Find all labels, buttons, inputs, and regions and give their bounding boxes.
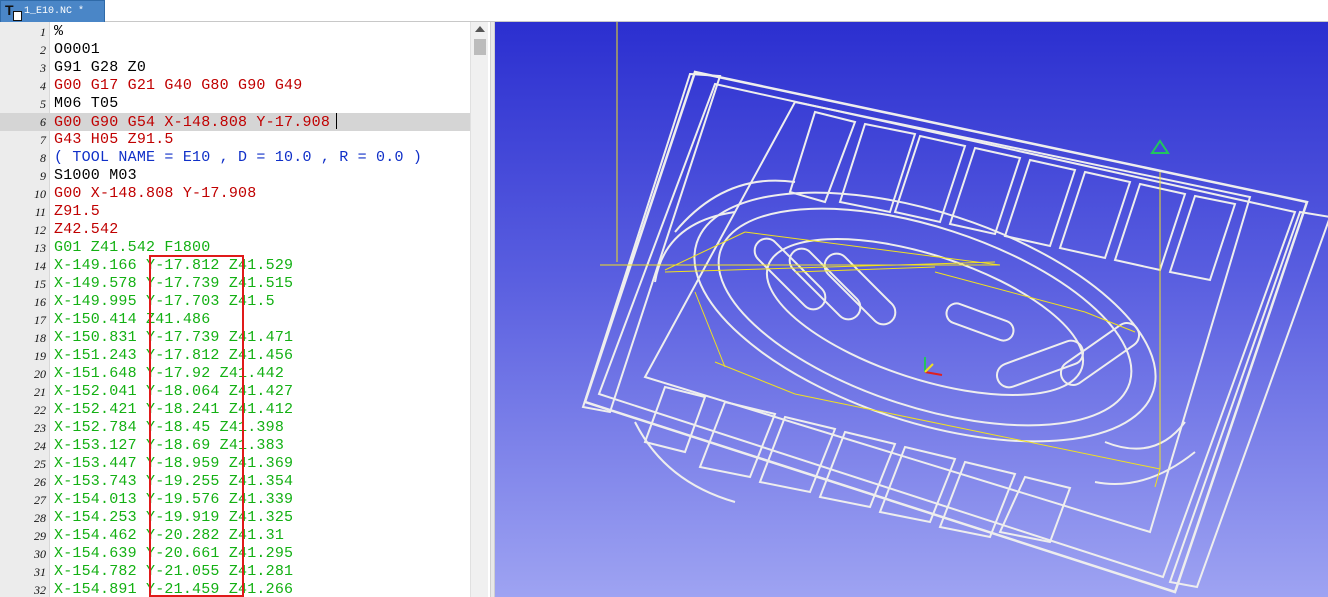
line-number: 21 <box>34 385 46 399</box>
line-number: 16 <box>34 295 46 309</box>
line-number: 17 <box>34 313 46 327</box>
line-number: 14 <box>34 259 46 273</box>
text-caret <box>336 113 338 129</box>
line-number: 29 <box>34 529 46 543</box>
tab-file[interactable]: 1_E10.NC * <box>0 0 105 22</box>
code-line[interactable]: 9 S1000 M03 <box>0 167 470 185</box>
line-number: 27 <box>34 493 46 507</box>
line-number: 19 <box>34 349 46 363</box>
code-line[interactable]: 11 Z91.5 <box>0 203 470 221</box>
code-text: ( TOOL NAME = E10 , D = 10.0 , R = 0.0 ) <box>54 149 423 166</box>
origin-axes-icon <box>924 357 943 376</box>
line-number: 26 <box>34 475 46 489</box>
code-text: S1000 M03 <box>54 167 137 184</box>
scroll-thumb[interactable] <box>474 39 486 55</box>
scroll-up-arrow-icon[interactable] <box>475 26 485 32</box>
text-file-icon <box>4 2 22 21</box>
vertical-scrollbar[interactable] <box>470 22 488 597</box>
z-axis-triangle-icon <box>1150 139 1170 154</box>
line-number: 7 <box>40 133 46 147</box>
code-line[interactable]: 2 O0001 <box>0 41 470 59</box>
line-number: 22 <box>34 403 46 417</box>
code-text: O0001 <box>54 41 101 58</box>
y-column-highlight-box <box>149 255 244 597</box>
code-editor[interactable]: 1% 2 O0001 3 G91 G28 Z0 4 G00 G17 G21 G40 G80 … <box>0 22 490 597</box>
part-geometry <box>581 70 1328 594</box>
line-number: 31 <box>34 565 46 579</box>
line-number: 28 <box>34 511 46 525</box>
line-number: 18 <box>34 331 46 345</box>
code-line[interactable]: 7 G43 H05 Z91.5 <box>0 131 470 149</box>
code-line[interactable]: 4 G00 G17 G21 G40 G80 G90 G49 <box>0 77 470 95</box>
line-number: 25 <box>34 457 46 471</box>
code-text: G00 G17 G21 G40 G80 G90 G49 <box>54 77 303 94</box>
line-number: 12 <box>34 223 46 237</box>
code-line[interactable]: 12 Z42.542 <box>0 221 470 239</box>
code-line[interactable]: 3 G91 G28 Z0 <box>0 59 470 77</box>
code-text: G91 G28 Z0 <box>54 59 147 76</box>
line-number: 32 <box>34 583 46 597</box>
tab-title: 1_E10.NC * <box>24 6 85 17</box>
code-text: Z91.5 <box>54 203 101 220</box>
line-number: 6 <box>40 115 46 129</box>
toolpath-3d-viewport[interactable] <box>495 22 1328 597</box>
code-text: Z42.542 <box>54 221 119 238</box>
code-text: M06 T05 <box>54 95 119 112</box>
toolpath-render <box>581 22 1328 594</box>
line-number: 5 <box>40 97 46 111</box>
code-line[interactable]: 1% <box>0 23 470 41</box>
code-line[interactable]: 6 G00 G90 G54 X-148.808 Y-17.908 <box>0 113 470 131</box>
tab-bar: 1_E10.NC * <box>0 0 1328 22</box>
code-line[interactable]: 8 ( TOOL NAME = E10 , D = 10.0 , R = 0.0 … <box>0 149 470 167</box>
code-text: G00 X-148.808 Y-17.908 <box>54 185 257 202</box>
line-number: 23 <box>34 421 46 435</box>
code-text: G43 H05 Z91.5 <box>54 131 174 148</box>
line-number: 13 <box>34 241 46 255</box>
line-number: 2 <box>40 43 46 57</box>
line-number: 15 <box>34 277 46 291</box>
code-line[interactable]: 5 M06 T05 <box>0 95 470 113</box>
code-text: % <box>54 23 64 40</box>
line-number: 9 <box>40 169 46 183</box>
line-number: 30 <box>34 547 46 561</box>
line-number: 20 <box>34 367 46 381</box>
line-number: 8 <box>40 151 46 165</box>
code-line[interactable]: 10 G00 X-148.808 Y-17.908 <box>0 185 470 203</box>
line-number: 3 <box>40 61 46 75</box>
line-number: 1 <box>40 25 46 39</box>
line-number: 10 <box>34 187 46 201</box>
line-number: 11 <box>34 205 46 219</box>
line-number: 4 <box>40 79 46 93</box>
code-text: G00 G90 G54 X-148.808 Y-17.908 <box>54 113 338 132</box>
line-number: 24 <box>34 439 46 453</box>
